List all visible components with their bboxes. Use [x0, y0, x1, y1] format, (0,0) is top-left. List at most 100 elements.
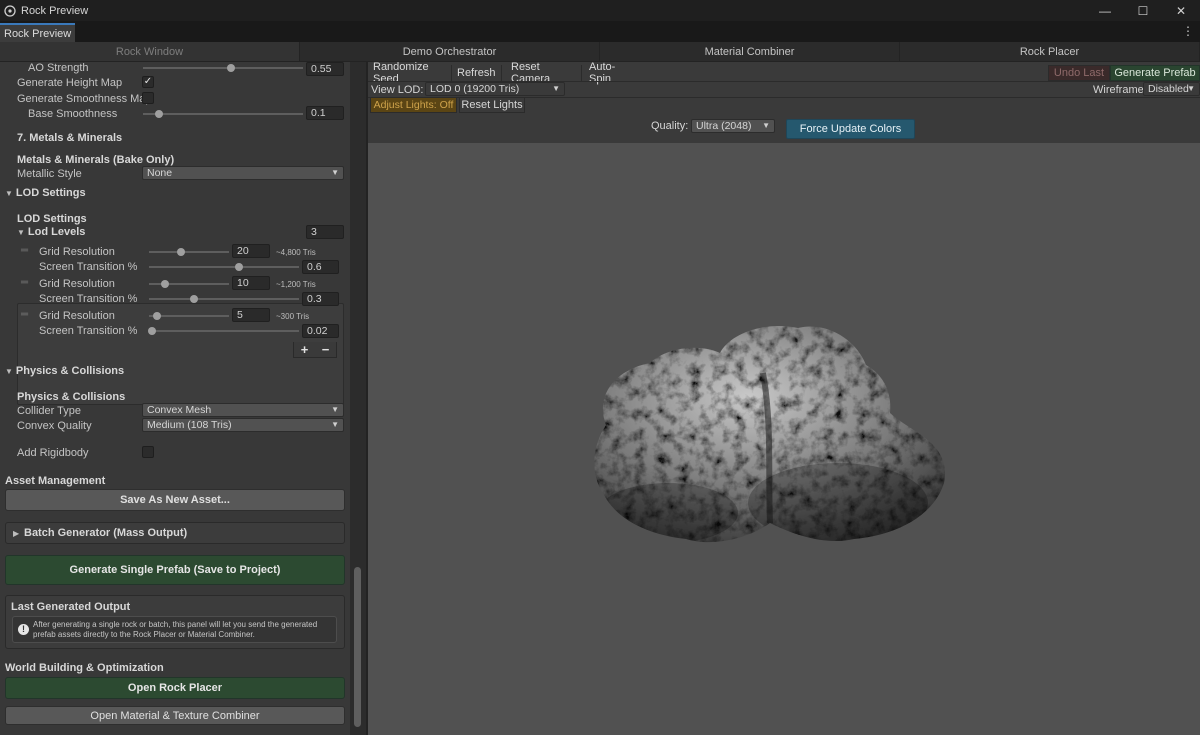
collider-type-dropdown[interactable]: Convex Mesh ▼: [142, 403, 344, 417]
generate-smoothness-map-checkbox[interactable]: [142, 92, 154, 104]
dropdown-arrow-icon: ▼: [331, 168, 339, 177]
tris-estimate: ~4,800 Tris: [276, 248, 316, 257]
open-material-combiner-button[interactable]: Open Material & Texture Combiner: [5, 706, 345, 725]
grid-resolution-slider-handle[interactable]: [153, 312, 161, 320]
grid-resolution-slider[interactable]: [149, 315, 229, 317]
tab-rock-window[interactable]: Rock Window: [0, 42, 300, 61]
last-generated-output-panel: Last Generated Output ! After generating…: [5, 595, 345, 649]
rock-3d-view[interactable]: [368, 143, 1200, 735]
wireframe-label: Wireframe:: [1093, 84, 1147, 96]
wireframe-dropdown[interactable]: Disabled ▼: [1143, 82, 1200, 96]
window-title: Rock Preview: [21, 4, 89, 17]
physics-foldout[interactable]: ▼ Physics & Collisions: [5, 365, 124, 377]
ao-strength-slider-handle[interactable]: [227, 64, 235, 72]
reset-lights-button[interactable]: Reset Lights: [459, 97, 525, 113]
lod-levels-foldout[interactable]: ▼ Lod Levels: [17, 226, 85, 238]
quality-dropdown[interactable]: Ultra (2048) ▼: [691, 119, 775, 133]
collider-type-value: Convex Mesh: [147, 404, 212, 416]
screen-transition-slider-handle[interactable]: [235, 263, 243, 271]
tab-material-combiner[interactable]: Material Combiner: [600, 42, 900, 61]
screen-transition-label: Screen Transition %: [39, 261, 138, 273]
grid-resolution-slider-handle[interactable]: [177, 248, 185, 256]
grid-resolution-field[interactable]: 5: [232, 308, 270, 322]
open-rock-placer-button[interactable]: Open Rock Placer: [5, 677, 345, 699]
scrollbar-thumb[interactable]: [354, 567, 361, 727]
batch-generator-label: Batch Generator (Mass Output): [24, 527, 188, 539]
generate-prefab-button[interactable]: Generate Prefab: [1110, 65, 1200, 81]
dropdown-arrow-icon: ▼: [331, 420, 339, 429]
reset-camera-button[interactable]: Reset Camera: [506, 61, 582, 85]
physics-foldout-label: Physics & Collisions: [15, 365, 125, 377]
view-lod-label: View LOD:: [371, 84, 424, 96]
info-text: After generating a single rock or batch,…: [33, 620, 318, 639]
screen-transition-slider[interactable]: [149, 330, 299, 332]
foldout-expanded-icon: ▼: [5, 189, 13, 198]
close-icon[interactable]: ✕: [1162, 0, 1200, 21]
view-lod-value: LOD 0 (19200 Tris): [430, 83, 520, 95]
convex-quality-dropdown[interactable]: Medium (108 Tris) ▼: [142, 418, 344, 432]
undo-last-button[interactable]: Undo Last: [1048, 65, 1110, 81]
lod-settings-foldout[interactable]: ▼ LOD Settings: [5, 187, 86, 199]
base-smoothness-field[interactable]: 0.1: [306, 106, 344, 120]
wireframe-value: Disabled: [1148, 83, 1189, 95]
tab-demo-orchestrator[interactable]: Demo Orchestrator: [300, 42, 600, 61]
remove-lod-button[interactable]: −: [322, 342, 330, 357]
base-smoothness-slider-handle[interactable]: [155, 110, 163, 118]
foldout-expanded-icon: ▼: [17, 228, 25, 237]
base-smoothness-label: Base Smoothness: [28, 108, 118, 120]
drag-handle-icon[interactable]: ═: [21, 277, 28, 288]
foldout-expanded-icon: ▼: [5, 367, 13, 376]
grid-resolution-slider[interactable]: [149, 251, 229, 253]
generate-height-map-label: Generate Height Map: [17, 77, 123, 89]
maximize-icon[interactable]: ☐: [1124, 0, 1162, 21]
grid-resolution-field[interactable]: 10: [232, 276, 270, 290]
screen-transition-field[interactable]: 0.6: [302, 260, 339, 274]
screen-transition-slider-handle[interactable]: [190, 295, 198, 303]
rock-mesh-image: [594, 325, 946, 543]
adjust-lights-toggle[interactable]: Adjust Lights: Off: [370, 97, 457, 113]
lod-levels-field[interactable]: 3: [306, 225, 344, 239]
collider-type-label: Collider Type: [17, 405, 81, 417]
drag-handle-icon[interactable]: ═: [21, 245, 28, 256]
view-lod-dropdown[interactable]: LOD 0 (19200 Tris) ▼: [425, 82, 565, 96]
randomize-seed-button[interactable]: Randomize Seed: [368, 61, 452, 85]
screen-transition-slider[interactable]: [149, 266, 299, 268]
metallic-style-dropdown[interactable]: None ▼: [142, 166, 344, 180]
convex-quality-value: Medium (108 Tris): [147, 419, 232, 431]
grid-resolution-field[interactable]: 20: [232, 244, 270, 258]
section-metals-heading: 7. Metals & Minerals: [17, 132, 123, 144]
ao-strength-field[interactable]: 0.55: [306, 62, 344, 76]
inspector-scrollbar[interactable]: [350, 62, 366, 735]
window-tabs: Rock Window Demo Orchestrator Material C…: [0, 42, 1200, 62]
quality-label: Quality:: [651, 120, 689, 132]
last-generated-output-title: Last Generated Output: [11, 601, 131, 613]
grid-resolution-slider-handle[interactable]: [161, 280, 169, 288]
drag-handle-icon[interactable]: ═: [21, 309, 28, 320]
tab-rock-preview[interactable]: Rock Preview: [0, 23, 76, 42]
lod-settings-header: LOD Settings: [17, 213, 87, 225]
force-update-colors-button[interactable]: Force Update Colors: [786, 119, 915, 139]
screen-transition-slider-handle[interactable]: [148, 327, 156, 335]
metals-header: Metals & Minerals (Bake Only): [17, 154, 175, 166]
physics-header: Physics & Collisions: [17, 391, 126, 403]
base-smoothness-slider[interactable]: [143, 113, 303, 115]
refresh-button[interactable]: Refresh: [452, 65, 502, 81]
generate-single-prefab-button[interactable]: Generate Single Prefab (Save to Project): [5, 555, 345, 585]
tab-rock-placer[interactable]: Rock Placer: [900, 42, 1200, 61]
minimize-icon[interactable]: —: [1086, 0, 1124, 21]
save-as-new-asset-button[interactable]: Save As New Asset...: [5, 489, 345, 511]
screen-transition-label: Screen Transition %: [39, 325, 138, 337]
kebab-menu-icon[interactable]: ⋮: [1182, 24, 1194, 38]
batch-generator-foldout[interactable]: ▶ Batch Generator (Mass Output): [5, 522, 345, 544]
ao-strength-slider[interactable]: [143, 67, 303, 69]
add-rigidbody-checkbox[interactable]: [142, 446, 154, 458]
world-building-heading: World Building & Optimization: [5, 662, 164, 674]
screen-transition-field[interactable]: 0.3: [302, 292, 339, 306]
generate-height-map-checkbox[interactable]: ✓: [142, 76, 154, 88]
add-lod-button[interactable]: +: [301, 342, 309, 357]
auto-spin-button[interactable]: Auto-Spin: [584, 61, 642, 85]
add-rigidbody-label: Add Rigidbody: [17, 447, 89, 459]
screen-transition-slider[interactable]: [149, 298, 299, 300]
metallic-style-label: Metallic Style: [17, 168, 82, 180]
screen-transition-field[interactable]: 0.02: [302, 324, 339, 338]
